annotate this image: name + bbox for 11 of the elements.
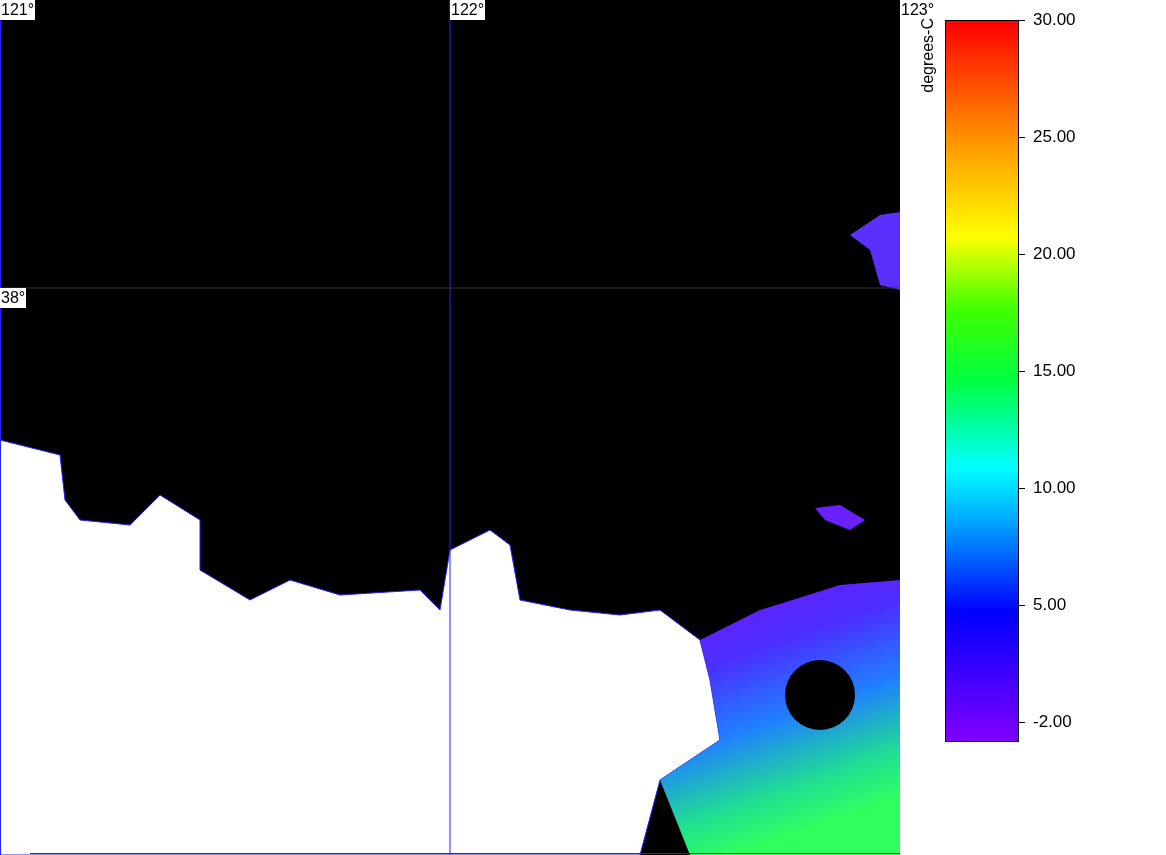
longitude-label: 122° <box>450 0 486 20</box>
scale-tick-label: 25.00 <box>1033 127 1076 147</box>
longitude-label: 121° <box>0 0 36 20</box>
scale-tick-label: 20.00 <box>1033 244 1076 264</box>
unit-label: degrees-C <box>919 18 937 93</box>
latitude-label: 38° <box>0 288 27 308</box>
scale-tick-label: -2.00 <box>1033 712 1072 732</box>
scale-tick-label: 30.00 <box>1033 10 1076 30</box>
scale-tick-label: 15.00 <box>1033 361 1076 381</box>
scale-tick-label: 5.00 <box>1033 595 1067 615</box>
scale-tick-label: 10.00 <box>1033 478 1076 498</box>
